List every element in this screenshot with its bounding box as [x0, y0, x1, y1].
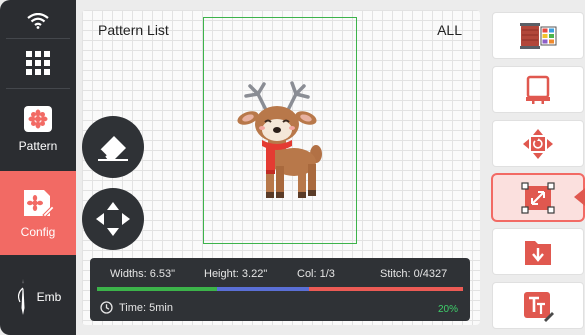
time-estimate: Time: 5min	[100, 301, 173, 314]
sidebar-divider	[6, 38, 70, 39]
hoop-select-button[interactable]	[493, 67, 583, 112]
rotate-button[interactable]	[493, 121, 583, 166]
grid-menu-icon	[26, 51, 50, 75]
sidebar-divider	[6, 88, 70, 89]
color-count: Col: 1/3	[297, 268, 335, 280]
resize-button[interactable]	[493, 175, 583, 220]
hoop-select-icon	[526, 75, 550, 104]
embroidery-status-panel: Widths: 6.53" Height: 3.22" Col: 1/3 Sti…	[90, 258, 470, 321]
color-segment-2	[217, 287, 309, 291]
move-arrows-icon	[96, 202, 130, 236]
color-segment-3	[309, 287, 463, 291]
config-icon	[24, 190, 55, 218]
embroidery-app-window: Pattern Config Emb Pattern List ALL Widt…	[0, 0, 585, 335]
wifi-status[interactable]	[0, 6, 76, 36]
sidebar-item-pattern[interactable]: Pattern	[0, 90, 76, 168]
thread-color-icon	[520, 22, 557, 49]
erase-button[interactable]	[82, 116, 144, 178]
time-text: Time: 5min	[119, 301, 173, 314]
eraser-icon	[98, 136, 128, 161]
wifi-icon	[27, 13, 49, 29]
save-button[interactable]	[493, 229, 583, 274]
needle-icon	[17, 279, 25, 315]
sidebar-item-label: Pattern	[18, 139, 58, 153]
progress-percent: 20%	[437, 304, 458, 315]
sidebar-item-label: Config	[20, 225, 56, 239]
sidebar-item-config[interactable]: Config	[0, 171, 76, 255]
pattern-filter-all[interactable]: ALL	[437, 22, 462, 38]
text-edit-icon	[524, 291, 554, 322]
embroidery-canvas[interactable]: Pattern List ALL Widths: 6.53" Height: 3…	[82, 10, 480, 325]
text-edit-button[interactable]	[493, 283, 583, 328]
active-tool-pointer	[574, 188, 585, 206]
save-download-icon	[525, 240, 551, 265]
right-toolbar	[486, 0, 585, 335]
sidebar-item-emb[interactable]: Emb	[0, 266, 76, 328]
move-button[interactable]	[82, 188, 144, 250]
stitch-count: Stitch: 0/4327	[380, 268, 448, 280]
hoop-boundary	[203, 17, 357, 244]
color-progress-bar	[97, 287, 463, 291]
clock-icon	[100, 301, 113, 314]
design-width: Widths: 6.53"	[110, 268, 176, 280]
design-height: Height: 3.22"	[204, 268, 268, 280]
thread-color-button[interactable]	[493, 13, 583, 58]
color-segment-1	[97, 287, 217, 291]
resize-icon	[521, 181, 555, 214]
left-sidebar: Pattern Config Emb	[0, 0, 76, 335]
sidebar-item-label: Emb	[36, 290, 62, 304]
sidebar-item-menu[interactable]	[0, 40, 76, 86]
page-title: Pattern List	[98, 22, 169, 38]
reindeer-embroidery-icon[interactable]	[236, 80, 326, 206]
pattern-icon	[24, 106, 52, 132]
rotate-icon	[523, 128, 553, 159]
